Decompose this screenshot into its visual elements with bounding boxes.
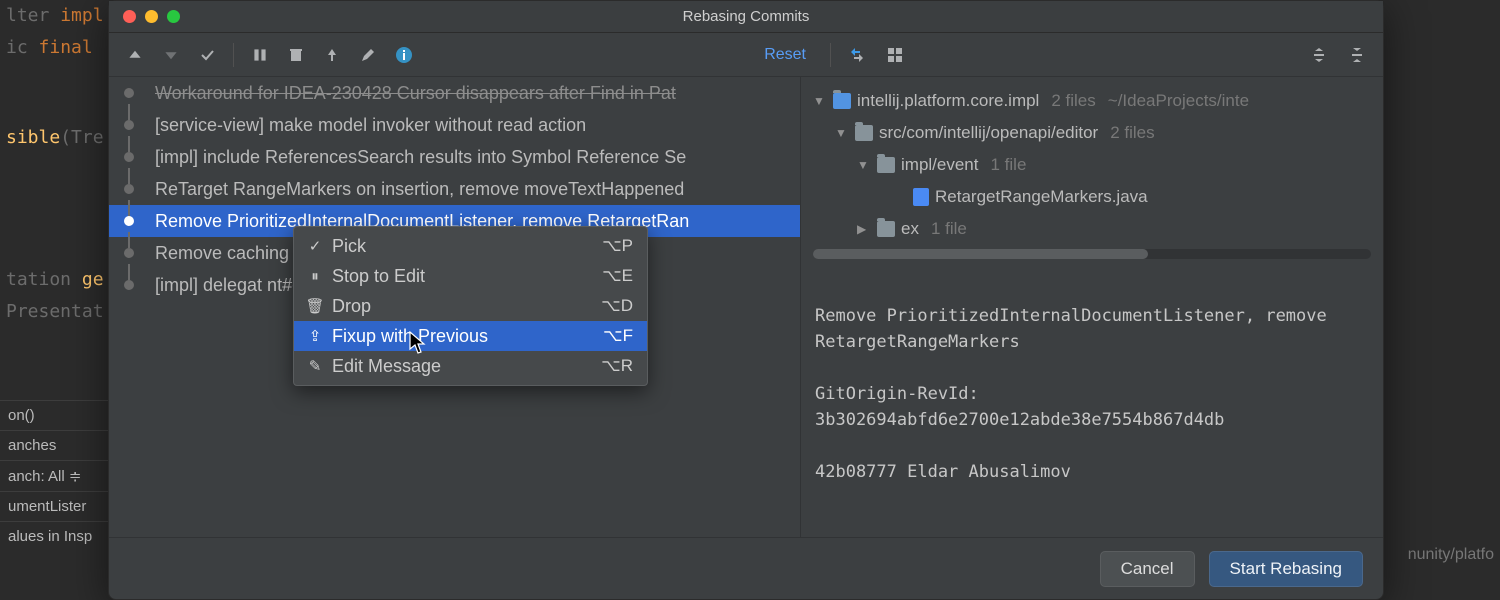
commit-details: Remove PrioritizedInternalDocumentListen… — [801, 259, 1383, 511]
separator — [233, 43, 234, 67]
context-menu: ✓ Pick ⌥P ⏸ Stop to Edit ⌥E 🗑 Drop ⌥D ⇪ … — [293, 226, 648, 386]
move-up-button[interactable] — [119, 39, 151, 71]
menu-item-shortcut: ⌥D — [601, 296, 633, 316]
background-side-panel: on() anches anch: All ≑ umentLister alue… — [0, 400, 108, 551]
java-file-icon — [913, 188, 929, 206]
fixup-icon: ⇪ — [304, 327, 326, 345]
commit-row[interactable]: [impl] include ReferencesSearch results … — [109, 141, 800, 173]
reset-link[interactable]: Reset — [750, 46, 820, 64]
window-title: Rebasing Commits — [109, 8, 1383, 25]
menu-item-label: Stop to Edit — [326, 266, 602, 287]
tree-count: 1 file — [931, 219, 967, 239]
background-right-text: nunity/platfo — [1402, 540, 1500, 570]
tree-count: 2 files — [1110, 123, 1154, 143]
origin-value: 3b302694abfd6e2700e12abde38e7554b867d4db — [815, 410, 1224, 430]
commit-author: 42b08777 Eldar Abusalimov — [815, 462, 1071, 482]
tree-count: 1 file — [990, 155, 1026, 175]
chevron-down-icon: ▼ — [835, 126, 849, 140]
tree-label: intellij.platform.core.impl — [857, 91, 1039, 111]
pencil-icon: ✎ — [304, 357, 326, 375]
tree-file-row[interactable]: RetargetRangeMarkers.java — [813, 181, 1371, 213]
tree-label: impl/event — [901, 155, 978, 175]
info-button[interactable] — [388, 39, 420, 71]
cancel-button[interactable]: Cancel — [1100, 551, 1195, 587]
commit-row[interactable]: Workaround for IDEA-230428 Cursor disapp… — [109, 77, 800, 109]
commit-message: Workaround for IDEA-230428 Cursor disapp… — [141, 83, 676, 104]
dialog-footer: Cancel Start Rebasing — [109, 537, 1383, 599]
separator — [830, 43, 831, 67]
tree-folder-row[interactable]: ▼ src/com/intellij/openapi/editor 2 file… — [813, 117, 1371, 149]
pick-button[interactable] — [191, 39, 223, 71]
menu-item-label: Fixup with Previous — [326, 326, 603, 347]
menu-item-edit-message[interactable]: ✎ Edit Message ⌥R — [294, 351, 647, 381]
horizontal-scrollbar[interactable] — [813, 249, 1371, 259]
changes-view-button[interactable] — [841, 39, 873, 71]
menu-item-fixup[interactable]: ⇪ Fixup with Previous ⌥F — [294, 321, 647, 351]
chevron-down-icon: ▼ — [857, 158, 871, 172]
menu-item-label: Pick — [326, 236, 602, 257]
tree-label: ex — [901, 219, 919, 239]
tree-folder-row[interactable]: ▶ ex 1 file — [813, 213, 1371, 245]
check-icon: ✓ — [304, 237, 326, 255]
stop-to-edit-button[interactable] — [244, 39, 276, 71]
tree-module-row[interactable]: ▼ intellij.platform.core.impl 2 files ~/… — [813, 85, 1371, 117]
folder-icon — [877, 221, 895, 237]
expand-all-button[interactable] — [1303, 39, 1335, 71]
commit-message: [service-view] make model invoker withou… — [141, 115, 586, 136]
menu-item-stop-to-edit[interactable]: ⏸ Stop to Edit ⌥E — [294, 261, 647, 291]
start-rebasing-button[interactable]: Start Rebasing — [1209, 551, 1363, 587]
tree-folder-row[interactable]: ▼ impl/event 1 file — [813, 149, 1371, 181]
tree-label: RetargetRangeMarkers.java — [935, 187, 1148, 207]
menu-item-drop[interactable]: 🗑 Drop ⌥D — [294, 291, 647, 321]
edit-message-button[interactable] — [352, 39, 384, 71]
details-panel: ▼ intellij.platform.core.impl 2 files ~/… — [801, 77, 1383, 537]
folder-icon — [877, 157, 895, 173]
menu-item-label: Drop — [326, 296, 601, 317]
rebase-dialog: Rebasing Commits Reset Workaround for ID… — [108, 0, 1384, 600]
tree-path: ~/IdeaProjects/inte — [1108, 91, 1249, 111]
tree-count: 2 files — [1051, 91, 1095, 111]
commit-row[interactable]: [service-view] make model invoker withou… — [109, 109, 800, 141]
titlebar: Rebasing Commits — [109, 1, 1383, 33]
menu-item-label: Edit Message — [326, 356, 601, 377]
collapse-all-button[interactable] — [1341, 39, 1373, 71]
chevron-right-icon: ▶ — [857, 222, 871, 236]
group-by-button[interactable] — [879, 39, 911, 71]
drop-button[interactable] — [280, 39, 312, 71]
scrollbar-thumb[interactable] — [813, 249, 1148, 259]
commit-message: ReTarget RangeMarkers on insertion, remo… — [141, 179, 684, 200]
fixup-button[interactable] — [316, 39, 348, 71]
menu-item-shortcut: ⌥R — [601, 356, 633, 376]
folder-icon — [855, 125, 873, 141]
move-down-button[interactable] — [155, 39, 187, 71]
chevron-down-icon: ▼ — [813, 94, 827, 108]
file-tree: ▼ intellij.platform.core.impl 2 files ~/… — [801, 77, 1383, 245]
menu-item-shortcut: ⌥E — [602, 266, 633, 286]
commit-message: [impl] include ReferencesSearch results … — [141, 147, 686, 168]
trash-icon: 🗑 — [304, 297, 326, 315]
commits-panel: Workaround for IDEA-230428 Cursor disapp… — [109, 77, 801, 537]
module-icon — [833, 93, 851, 109]
menu-item-pick[interactable]: ✓ Pick ⌥P — [294, 231, 647, 261]
toolbar: Reset — [109, 33, 1383, 77]
origin-label: GitOrigin-RevId: — [815, 384, 979, 404]
commit-row[interactable]: ReTarget RangeMarkers on insertion, remo… — [109, 173, 800, 205]
menu-item-shortcut: ⌥P — [602, 236, 633, 256]
pause-icon: ⏸ — [304, 268, 326, 285]
menu-item-shortcut: ⌥F — [603, 326, 633, 346]
commit-subject: Remove PrioritizedInternalDocumentListen… — [815, 306, 1337, 352]
tree-label: src/com/intellij/openapi/editor — [879, 123, 1098, 143]
